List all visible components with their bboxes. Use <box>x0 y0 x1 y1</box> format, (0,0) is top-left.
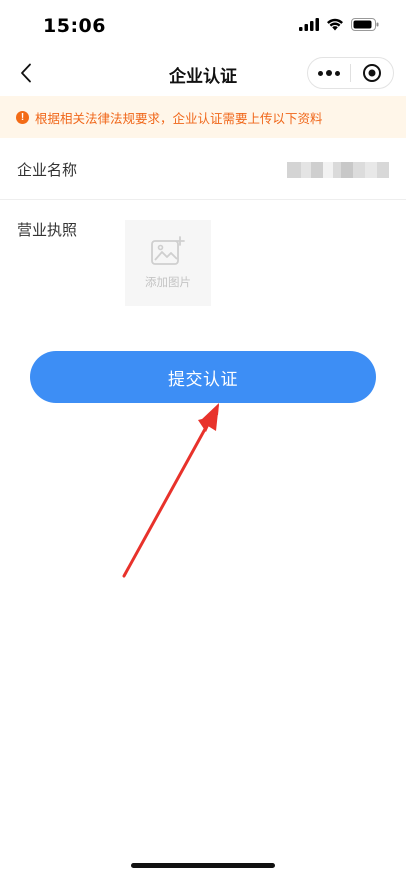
home-indicator <box>131 863 275 868</box>
company-name-row: 企业名称 <box>0 138 406 200</box>
battery-icon <box>351 18 379 31</box>
warning-icon: ! <box>16 110 29 124</box>
close-button[interactable] <box>351 58 393 88</box>
notice-text: 根据相关法律法规要求，企业认证需要上传以下资料 <box>35 110 323 126</box>
submit-verification-button[interactable]: 提交认证 <box>30 351 376 403</box>
more-button[interactable] <box>308 58 350 88</box>
add-image-button[interactable]: 添加图片 <box>125 220 211 306</box>
wifi-icon <box>327 18 343 31</box>
mini-program-capsule <box>307 57 394 89</box>
add-image-label: 添加图片 <box>145 275 191 289</box>
more-dots-icon-right <box>335 70 340 76</box>
more-dots-icon <box>318 70 323 76</box>
more-dots-icon-center <box>326 70 332 76</box>
status-time: 15:06 <box>43 15 106 37</box>
target-close-icon <box>363 64 381 82</box>
company-name-value-blurred <box>287 162 389 178</box>
status-bar: 15:06 <box>0 0 406 50</box>
business-license-label: 营业执照 <box>17 221 78 239</box>
status-icons <box>299 18 379 31</box>
notice-banner: ! 根据相关法律法规要求，企业认证需要上传以下资料 <box>0 96 406 138</box>
add-image-icon <box>151 236 185 265</box>
company-name-label: 企业名称 <box>17 161 78 179</box>
signal-icon <box>299 18 319 31</box>
nav-bar: 企业认证 <box>0 50 406 96</box>
business-license-row: 营业执照 添加图片 <box>0 200 406 330</box>
